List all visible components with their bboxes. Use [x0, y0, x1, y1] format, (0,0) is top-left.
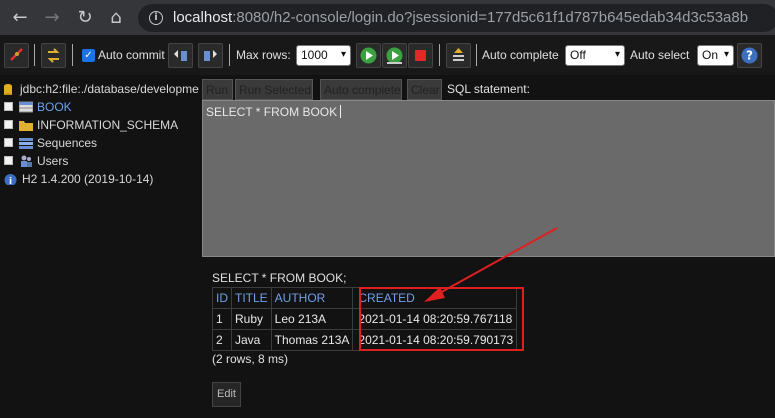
auto-complete-button[interactable]: Auto complete	[320, 79, 402, 100]
auto-commit-checkbox[interactable]: ✓	[82, 49, 95, 62]
sql-statement-label: SQL statement:	[447, 82, 530, 96]
column-header-author[interactable]: AUTHOR	[270, 287, 354, 309]
auto-select-label: Auto select	[630, 48, 690, 62]
help-button[interactable]: ?	[737, 43, 762, 68]
toolbar-divider	[72, 44, 73, 66]
database-icon	[4, 83, 12, 95]
run-button[interactable]	[356, 43, 381, 68]
disconnect-icon	[10, 48, 23, 61]
table-icon	[19, 101, 33, 113]
tree-item-sequences[interactable]: Sequences	[4, 135, 97, 153]
run-icon	[360, 47, 377, 64]
back-icon[interactable]: ←	[10, 8, 30, 28]
commit-button[interactable]	[198, 43, 223, 68]
cell-title: Ruby	[231, 308, 272, 330]
auto-complete-select[interactable]: Off ▾	[565, 45, 625, 66]
max-rows-select[interactable]: 1000 ▾	[296, 45, 351, 66]
result-query-title: SELECT * FROM BOOK;	[212, 271, 347, 285]
refresh-icon	[47, 48, 60, 63]
run-sql-button[interactable]: Run	[202, 79, 233, 100]
sql-editor[interactable]: SELECT * FROM BOOK	[202, 100, 775, 257]
forward-icon[interactable]: →	[42, 8, 62, 28]
tree-item-users[interactable]: Users	[4, 153, 68, 171]
history-icon	[453, 48, 464, 61]
rollback-icon	[174, 50, 187, 61]
home-icon[interactable]: ⌂	[106, 8, 126, 28]
folder-icon	[19, 120, 33, 131]
chevron-down-icon: ▾	[340, 49, 346, 60]
cell-author: Thomas 213A	[270, 329, 354, 351]
cell-id: 2	[212, 329, 232, 351]
info-icon: i	[4, 173, 17, 185]
users-icon	[21, 155, 32, 167]
svg-text:i: i	[9, 177, 12, 185]
expand-box[interactable]	[4, 120, 13, 130]
auto-select-select[interactable]: On ▾	[697, 45, 734, 66]
site-info-icon[interactable]: i	[149, 11, 163, 25]
text-cursor	[340, 105, 342, 118]
rollback-button[interactable]	[168, 43, 193, 68]
column-header-title[interactable]: TITLE	[231, 287, 272, 309]
expand-box[interactable]	[4, 102, 13, 112]
clear-button[interactable]: Clear	[407, 79, 442, 100]
object-tree: jdbc:h2:file:./database/developme BOOK I…	[0, 78, 200, 418]
toolbar-divider	[229, 44, 230, 66]
address-bar[interactable]: i localhost:8080/h2-console/login.do?jse…	[138, 4, 775, 32]
chevron-down-icon: ▾	[723, 49, 729, 60]
toolbar-divider	[476, 44, 477, 66]
max-rows-label: Max rows:	[236, 48, 291, 62]
column-header-id[interactable]: ID	[212, 287, 232, 309]
chevron-down-icon: ▾	[614, 49, 620, 60]
svg-text:?: ?	[746, 49, 753, 63]
help-icon: ?	[741, 47, 758, 64]
cell-id: 1	[212, 308, 232, 330]
toolbar-divider	[34, 44, 35, 66]
history-button[interactable]	[446, 43, 471, 68]
disconnect-button[interactable]	[4, 43, 29, 68]
edit-button[interactable]: Edit	[212, 382, 241, 407]
tree-item-book[interactable]: BOOK	[4, 99, 72, 117]
highlight-box	[359, 287, 524, 351]
run-selected-button[interactable]	[382, 43, 407, 68]
stop-icon	[415, 50, 426, 61]
result-count: (2 rows, 8 ms)	[212, 352, 289, 366]
results-panel: SELECT * FROM BOOK; ID TITLE AUTHOR CREA…	[212, 271, 518, 366]
commit-icon	[204, 50, 217, 61]
run-selected-sql-button[interactable]: Run Selected	[235, 79, 313, 100]
sql-button-bar: Run Run Selected Auto complete Clear SQL…	[200, 78, 775, 100]
refresh-button[interactable]	[41, 43, 66, 68]
sql-text: SELECT * FROM BOOK	[206, 105, 342, 119]
url-text: localhost:8080/h2-console/login.do?jsess…	[173, 9, 749, 26]
reload-icon[interactable]: ↻	[75, 8, 95, 28]
auto-commit-label: Auto commit	[98, 48, 165, 62]
cell-title: Java	[231, 329, 272, 351]
auto-complete-label: Auto complete	[482, 48, 559, 62]
toolbar-divider	[439, 44, 440, 66]
run-selected-icon	[386, 47, 403, 64]
cell-author: Leo 213A	[270, 308, 354, 330]
h2-toolbar: ✓ Auto commit Max rows: 1000 ▾ Auto compl…	[0, 35, 775, 75]
cancel-button[interactable]	[408, 43, 433, 68]
version-node: i H2 1.4.200 (2019-10-14)	[4, 171, 153, 189]
tree-item-information-schema[interactable]: INFORMATION_SCHEMA	[4, 117, 178, 135]
sequence-icon	[19, 137, 33, 149]
browser-toolbar: ← → ↻ ⌂ i localhost:8080/h2-console/logi…	[0, 0, 775, 35]
connection-node[interactable]: jdbc:h2:file:./database/developme	[2, 81, 199, 99]
expand-box[interactable]	[4, 138, 13, 148]
expand-box[interactable]	[4, 156, 13, 166]
